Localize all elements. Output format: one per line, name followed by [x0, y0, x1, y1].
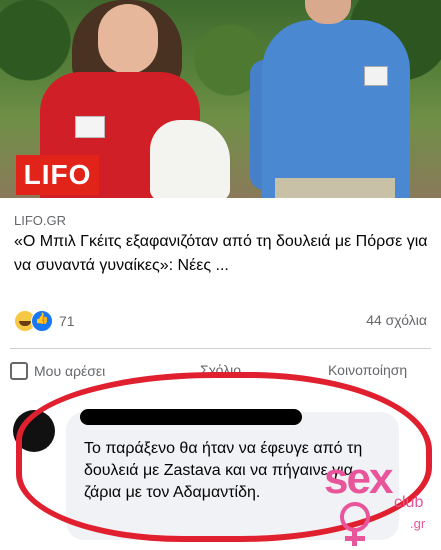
reaction-count: 71 — [59, 313, 75, 329]
share-button-label: Κοινοποίηση — [328, 362, 408, 378]
link-source: LIFO.GR — [14, 213, 67, 228]
link-headline[interactable]: «Ο Μπιλ Γκέιτς εξαφανιζόταν από τη δουλε… — [14, 230, 434, 278]
comment-button[interactable]: Σχόλιο — [200, 362, 241, 378]
like-button-label: Μου αρέσει — [34, 363, 106, 379]
redacted-commenter-name — [80, 409, 302, 425]
watermark-domain: .gr — [410, 516, 426, 531]
comment-button-label: Σχόλιο — [200, 362, 242, 378]
reactions-summary[interactable]: 71 — [14, 310, 75, 332]
divider — [10, 348, 431, 349]
comments-count-link[interactable]: 44 σχόλια — [366, 312, 427, 328]
comment-text: Το παράξενο θα ήταν να έφευγε από τη δου… — [84, 440, 363, 501]
like-reaction-icon — [31, 310, 53, 332]
thumbs-up-icon — [10, 362, 28, 380]
post-actions-bar: Μου αρέσει Σχόλιο Κοινοποίηση — [10, 362, 435, 386]
like-button[interactable]: Μου αρέσει — [10, 362, 105, 380]
lifo-logo: LIFO — [16, 155, 99, 195]
commenter-avatar[interactable] — [13, 410, 55, 452]
share-button[interactable]: Κοινοποίηση — [328, 362, 407, 378]
